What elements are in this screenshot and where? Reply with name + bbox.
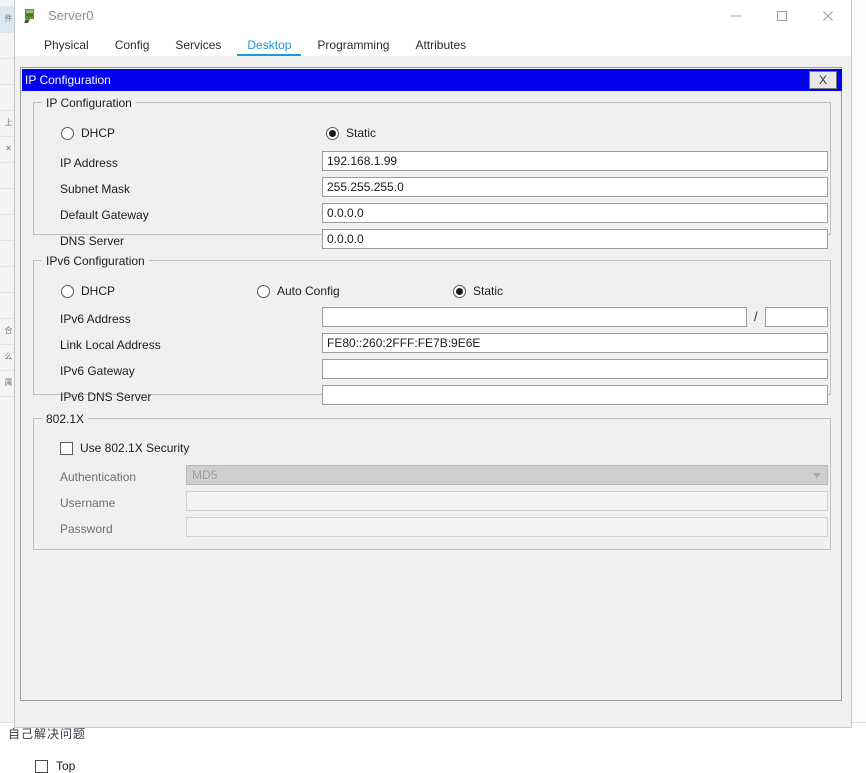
- ip-mode-dhcp-label: DHCP: [81, 126, 116, 140]
- password-label: Password: [60, 522, 113, 536]
- ipv6-configuration-group: IPv6 Configuration DHCP Auto Config Stat…: [33, 254, 831, 405]
- window-title-bar: Server0: [15, 0, 851, 32]
- ipv6-mode-static-label: Static: [473, 284, 504, 298]
- tab-programming[interactable]: Programming: [304, 35, 402, 57]
- link-local-address-label: Link Local Address: [60, 338, 161, 352]
- top-checkbox[interactable]: Top: [35, 759, 75, 773]
- ip-mode-static-label: Static: [346, 126, 377, 140]
- ipv6-mode-auto-config-label: Auto Config: [277, 284, 340, 298]
- minimize-icon[interactable]: [713, 0, 759, 31]
- dialog-close-button[interactable]: X: [809, 71, 837, 89]
- radio-circle-filled-icon: [453, 284, 466, 298]
- ip-configuration-group-title: IP Configuration: [42, 96, 136, 110]
- subnet-mask-input[interactable]: [322, 177, 828, 197]
- checkbox-square-icon: [60, 441, 73, 455]
- top-checkbox-label: Top: [56, 759, 76, 773]
- radio-circle-icon: [61, 126, 74, 140]
- ipv6-mode-auto-config-radio[interactable]: Auto Config: [257, 284, 340, 298]
- radio-circle-icon: [61, 284, 74, 298]
- ip-configuration-group: IP Configuration DHCP Static IP Address …: [33, 96, 831, 249]
- ipv6-dns-server-input[interactable]: [322, 385, 828, 405]
- ip-address-label: IP Address: [60, 156, 118, 170]
- tab-bar: Physical Config Services Desktop Program…: [15, 32, 851, 57]
- dns-server-label: DNS Server: [60, 234, 125, 248]
- authentication-label: Authentication: [60, 470, 137, 484]
- ipv6-mode-dhcp-radio[interactable]: DHCP: [61, 284, 115, 298]
- default-gateway-input[interactable]: [322, 203, 828, 223]
- authentication-selected-value: MD5: [192, 468, 218, 482]
- window-title: Server0: [48, 8, 94, 23]
- radio-circle-filled-icon: [326, 126, 339, 140]
- ipv6-dns-server-label: IPv6 DNS Server: [60, 390, 152, 404]
- ipv6-address-label: IPv6 Address: [60, 312, 131, 326]
- authentication-select[interactable]: MD5: [186, 465, 828, 485]
- tab-services[interactable]: Services: [162, 35, 234, 57]
- ipv6-gateway-input[interactable]: [322, 359, 828, 379]
- link-local-address-input[interactable]: [322, 333, 828, 353]
- use-802-1x-security-checkbox[interactable]: Use 802.1X Security: [60, 441, 189, 455]
- dns-server-input[interactable]: [322, 229, 828, 249]
- checkbox-square-icon: [35, 759, 48, 773]
- ipv6-prefix-input[interactable]: [765, 307, 828, 327]
- dot1x-group-title: 802.1X: [42, 412, 89, 426]
- chevron-down-icon: [813, 472, 821, 478]
- tab-desktop[interactable]: Desktop: [234, 35, 304, 57]
- tab-config[interactable]: Config: [102, 35, 163, 57]
- device-window: Server0 Physical Config Services Desktop…: [14, 0, 852, 773]
- subnet-mask-label: Subnet Mask: [60, 182, 131, 196]
- ip-mode-dhcp-radio[interactable]: DHCP: [61, 126, 115, 140]
- use-802-1x-security-label: Use 802.1X Security: [80, 441, 190, 455]
- close-icon[interactable]: [805, 0, 851, 31]
- ipv6-gateway-label: IPv6 Gateway: [60, 364, 135, 378]
- tab-attributes[interactable]: Attributes: [402, 35, 479, 57]
- tab-physical[interactable]: Physical: [31, 35, 102, 57]
- window-controls: [713, 0, 851, 31]
- radio-circle-icon: [257, 284, 270, 298]
- ipv6-prefix-separator: /: [754, 309, 758, 324]
- username-input[interactable]: [186, 491, 828, 511]
- ipv6-address-input[interactable]: [322, 307, 747, 327]
- ip-mode-static-radio[interactable]: Static: [326, 126, 376, 140]
- server-device-icon: [23, 8, 39, 24]
- username-label: Username: [60, 496, 116, 510]
- dialog-title: IP Configuration: [25, 73, 111, 87]
- dialog-title-bar: IP Configuration X: [22, 69, 842, 91]
- ipv6-mode-static-radio[interactable]: Static: [453, 284, 503, 298]
- ip-address-input[interactable]: [322, 151, 828, 171]
- ip-configuration-dialog: IP Configuration X IP Configuration DHCP…: [20, 67, 842, 701]
- maximize-icon[interactable]: [759, 0, 805, 31]
- dot1x-group: 802.1X Use 802.1X Security Authenticatio…: [33, 412, 831, 550]
- ipv6-mode-dhcp-label: DHCP: [81, 284, 116, 298]
- default-gateway-label: Default Gateway: [60, 208, 149, 222]
- desktop-content-area: IP Configuration X IP Configuration DHCP…: [15, 56, 851, 773]
- password-input[interactable]: [186, 517, 828, 537]
- ipv6-configuration-group-title: IPv6 Configuration: [42, 254, 149, 268]
